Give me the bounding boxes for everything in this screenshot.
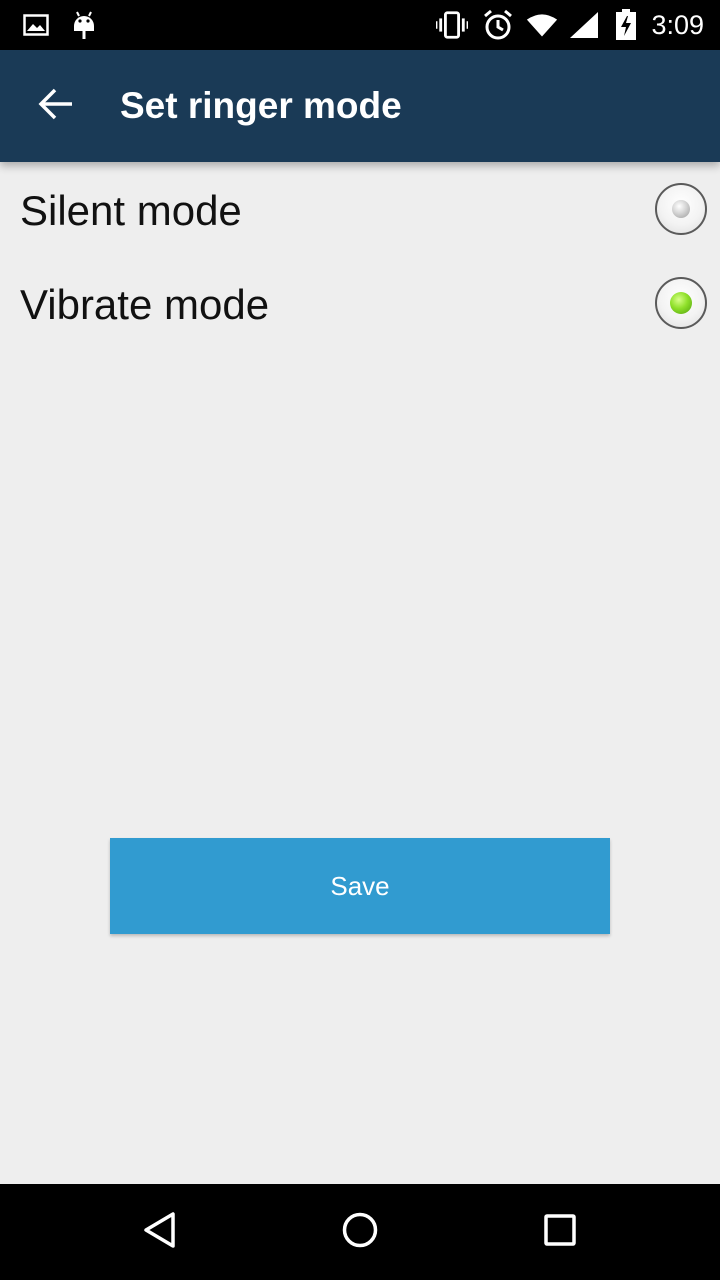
save-button[interactable]: Save bbox=[110, 838, 610, 934]
android-icon bbox=[68, 9, 100, 41]
radio-dot-selected bbox=[670, 292, 692, 314]
radio-dot bbox=[672, 200, 690, 218]
option-label: Vibrate mode bbox=[20, 281, 270, 328]
option-label: Silent mode bbox=[20, 187, 242, 234]
nav-recents-button[interactable] bbox=[536, 1208, 584, 1256]
arrow-back-icon bbox=[38, 88, 74, 125]
back-triangle-icon bbox=[140, 1210, 180, 1255]
status-time: 3:09 bbox=[651, 10, 704, 40]
home-circle-icon bbox=[340, 1210, 380, 1255]
vibrate-icon bbox=[436, 9, 468, 41]
radio-button-silent[interactable] bbox=[655, 183, 707, 235]
back-button[interactable] bbox=[30, 80, 82, 132]
signal-icon bbox=[568, 9, 600, 41]
image-icon bbox=[20, 9, 52, 41]
nav-home-button[interactable] bbox=[336, 1208, 384, 1256]
recents-square-icon bbox=[540, 1210, 580, 1255]
nav-back-button[interactable] bbox=[136, 1208, 184, 1256]
app-bar: Set ringer mode bbox=[0, 50, 720, 162]
screen: 3:09 Set ringer mode Silent mode Vibrate… bbox=[0, 0, 720, 1280]
battery-charging-icon bbox=[610, 9, 642, 41]
wifi-icon bbox=[526, 9, 558, 41]
option-silent-mode[interactable]: Silent mode bbox=[0, 164, 720, 260]
radio-button-vibrate[interactable] bbox=[655, 277, 707, 329]
page-title: Set ringer mode bbox=[120, 85, 402, 126]
status-bar: 3:09 bbox=[0, 0, 720, 50]
alarm-icon bbox=[482, 9, 514, 41]
navigation-bar bbox=[0, 1184, 720, 1280]
option-vibrate-mode[interactable]: Vibrate mode bbox=[0, 258, 720, 354]
